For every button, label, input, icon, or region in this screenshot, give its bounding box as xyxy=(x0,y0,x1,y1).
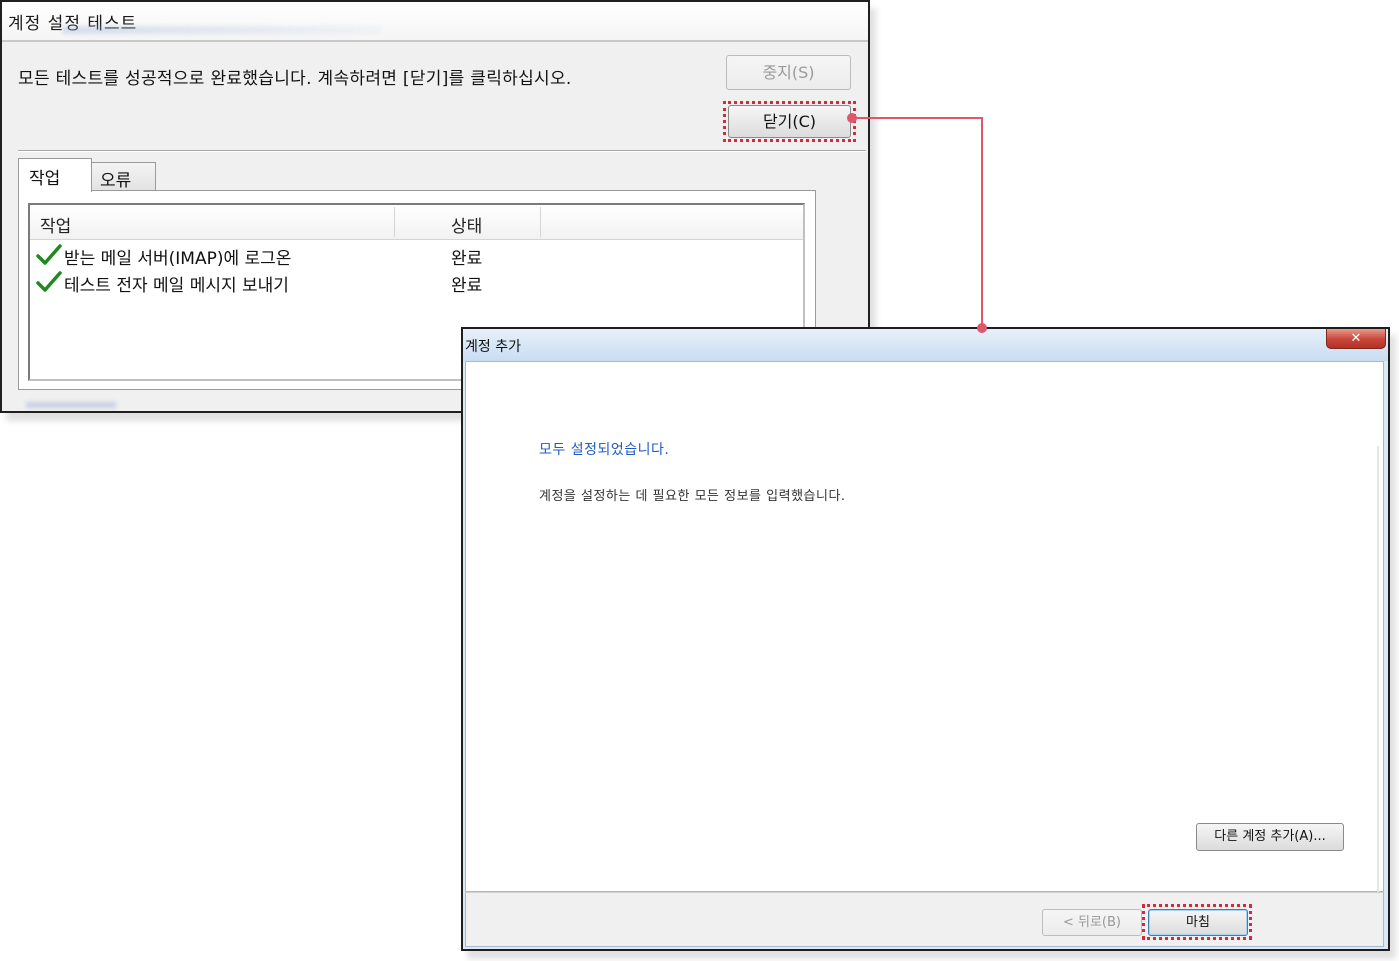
stop-button[interactable]: 중지(S) xyxy=(726,55,851,90)
list-header: 작업 상태 xyxy=(30,205,803,240)
dialog-body: 모두 설정되었습니다. 계정을 설정하는 데 필요한 모든 정보를 입력했습니다… xyxy=(465,361,1384,916)
success-description: 계정을 설정하는 데 필요한 모든 정보를 입력했습니다. xyxy=(539,489,846,504)
column-divider xyxy=(540,207,541,237)
column-divider xyxy=(394,207,395,237)
task-status: 완료 xyxy=(451,249,483,269)
tab-tasks-label: 작업 xyxy=(29,169,61,189)
checkmark-icon xyxy=(36,244,62,265)
back-button[interactable]: < 뒤로(B) xyxy=(1042,909,1142,936)
dialog-footer: < 뒤로(B) 마침 xyxy=(465,892,1384,947)
title-bar: 계정 추가 ✕ xyxy=(463,329,1388,361)
blurred-background-text xyxy=(26,402,116,408)
status-message: 모든 테스트를 성공적으로 완료했습니다. 계속하려면 [닫기]를 클릭하십시오… xyxy=(18,69,572,89)
title-bar: 계정 설정 테스트 xyxy=(2,2,868,42)
task-name: 테스트 전자 메일 메시지 보내기 xyxy=(64,276,289,296)
blurred-background-text xyxy=(62,26,382,34)
finish-button-highlight xyxy=(1142,904,1252,940)
success-heading: 모두 설정되었습니다. xyxy=(539,442,670,458)
close-button-highlight xyxy=(723,101,856,142)
close-icon[interactable]: ✕ xyxy=(1326,329,1386,349)
tab-errors[interactable]: 오류 xyxy=(91,162,156,191)
task-name: 받는 메일 서버(IMAP)에 로그온 xyxy=(64,249,292,269)
column-header-task[interactable]: 작업 xyxy=(40,212,71,237)
checkmark-icon xyxy=(36,271,62,292)
tab-tasks[interactable]: 작업 xyxy=(18,158,92,192)
column-header-status[interactable]: 상태 xyxy=(451,212,482,237)
dialog-title: 계정 추가 xyxy=(465,339,521,355)
tab-errors-label: 오류 xyxy=(100,171,132,191)
task-status: 완료 xyxy=(451,276,483,296)
scrollbar-track xyxy=(1377,446,1379,916)
divider xyxy=(18,150,866,152)
add-another-account-button[interactable]: 다른 계정 추가(A)... xyxy=(1196,823,1344,851)
add-account-dialog: 계정 추가 ✕ 모두 설정되었습니다. 계정을 설정하는 데 필요한 모든 정보… xyxy=(461,327,1390,951)
